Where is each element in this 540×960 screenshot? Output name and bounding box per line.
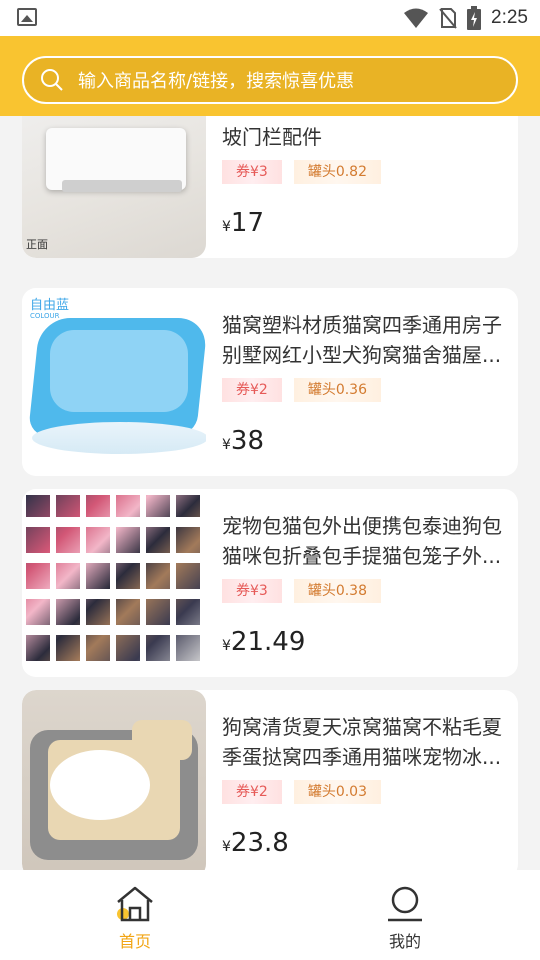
wifi-icon bbox=[404, 8, 429, 28]
search-input[interactable]: 输入商品名称/链接，搜索惊喜优惠 bbox=[22, 56, 518, 104]
price-value: 21.49 bbox=[230, 627, 306, 657]
product-tags: 券¥2 罐头0.03 bbox=[222, 780, 381, 804]
product-title: 狗窝清货夏天凉窝猫窝不粘毛夏季蛋挞窝四季通用猫咪宠物冰... bbox=[222, 715, 502, 769]
product-price: ¥38 bbox=[222, 426, 264, 456]
can-badge: 罐头0.36 bbox=[293, 378, 381, 402]
status-bar: 2:25 bbox=[0, 0, 540, 36]
gallery-notification-icon bbox=[17, 8, 37, 26]
search-icon bbox=[41, 69, 63, 91]
can-badge: 罐头0.03 bbox=[293, 780, 381, 804]
price-value: 38 bbox=[230, 426, 265, 456]
product-list[interactable]: 正面 宠物儿童猫狗门栏防绊等高片斜坡门栏配件 券¥3 罐头0.82 ¥17 自由… bbox=[0, 78, 540, 870]
tab-label: 首页 bbox=[118, 932, 151, 951]
product-card[interactable]: 宠物包猫包外出便携包泰迪狗包猫咪包折叠包手提猫包笼子外... 券¥3 罐头0.3… bbox=[22, 489, 518, 677]
product-image-pet-bags[interactable] bbox=[22, 489, 206, 677]
search-placeholder: 输入商品名称/链接，搜索惊喜优惠 bbox=[78, 71, 355, 92]
bottom-tab-bar: 首页 我的 bbox=[0, 870, 540, 960]
thumb-caption: 正面 bbox=[26, 238, 48, 251]
product-price: ¥23.8 bbox=[222, 828, 289, 858]
thumb-caption: 自由蓝 bbox=[30, 298, 70, 313]
product-title: 宠物包猫包外出便携包泰迪狗包猫咪包折叠包手提猫包笼子外... bbox=[222, 514, 502, 568]
product-card[interactable]: 狗窝清货夏天凉窝猫窝不粘毛夏季蛋挞窝四季通用猫咪宠物冰... 券¥2 罐头0.0… bbox=[22, 690, 518, 870]
profile-icon bbox=[388, 886, 422, 922]
product-tags: 券¥3 罐头0.82 bbox=[222, 160, 381, 184]
header: 输入商品名称/链接，搜索惊喜优惠 bbox=[0, 36, 540, 116]
product-price: ¥21.49 bbox=[222, 627, 305, 657]
price-value: 23.8 bbox=[230, 828, 289, 858]
price-symbol: ¥ bbox=[222, 638, 231, 654]
thumb-sub-caption: COLOUR bbox=[30, 312, 60, 320]
coupon-badge: 券¥3 bbox=[222, 579, 282, 603]
product-image-plastic-bed[interactable]: 自由蓝 COLOUR bbox=[22, 288, 206, 476]
product-image-dog-bed[interactable] bbox=[22, 690, 206, 870]
product-title: 猫窝塑料材质猫窝四季通用房子别墅网红小型犬狗窝猫舍猫屋... bbox=[222, 313, 502, 367]
product-price: ¥17 bbox=[222, 208, 264, 238]
can-badge: 罐头0.38 bbox=[293, 579, 381, 603]
product-card[interactable]: 自由蓝 COLOUR 猫窝塑料材质猫窝四季通用房子别墅网红小型犬狗窝猫舍猫屋..… bbox=[22, 288, 518, 476]
coupon-badge: 券¥3 bbox=[222, 160, 282, 184]
status-time: 2:25 bbox=[491, 7, 528, 28]
price-value: 17 bbox=[230, 208, 265, 238]
price-symbol: ¥ bbox=[222, 219, 231, 235]
coupon-badge: 券¥2 bbox=[222, 780, 282, 804]
price-symbol: ¥ bbox=[222, 437, 231, 453]
coupon-badge: 券¥2 bbox=[222, 378, 282, 402]
product-tags: 券¥3 罐头0.38 bbox=[222, 579, 381, 603]
can-badge: 罐头0.82 bbox=[293, 160, 381, 184]
tab-profile[interactable]: 我的 bbox=[270, 870, 540, 960]
price-symbol: ¥ bbox=[222, 839, 231, 855]
tab-home[interactable]: 首页 bbox=[0, 870, 270, 960]
tab-label: 我的 bbox=[388, 932, 421, 951]
product-tags: 券¥2 罐头0.36 bbox=[222, 378, 381, 402]
battery-icon bbox=[467, 6, 482, 30]
home-icon bbox=[117, 886, 153, 922]
no-sim-icon bbox=[439, 8, 457, 29]
